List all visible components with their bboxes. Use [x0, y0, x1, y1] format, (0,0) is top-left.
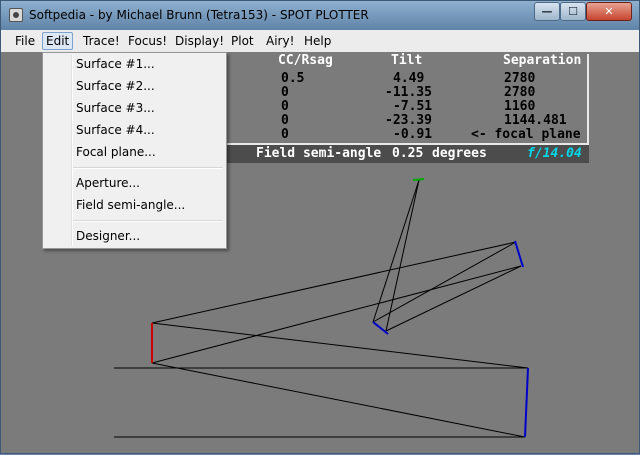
ray-line	[151, 362, 526, 438]
ray-line	[372, 241, 517, 323]
menu-item-surface-1[interactable]: Surface #1...	[76, 57, 155, 71]
menu-item-field-semi-angle[interactable]: Field semi-angle...	[76, 198, 185, 212]
focal-plane[interactable]	[412, 178, 425, 181]
menu-item-aperture[interactable]: Aperture...	[76, 176, 140, 190]
app-window: Softpedia - by Michael Brunn (Tetra153) …	[0, 0, 640, 454]
surface-1-mirror[interactable]	[524, 367, 529, 438]
ray-line	[372, 179, 420, 323]
menu-item-surface-3[interactable]: Surface #3...	[76, 101, 155, 115]
edit-menu-dropdown: Surface #1... Surface #2... Surface #3..…	[42, 52, 227, 249]
ray-line	[151, 322, 529, 369]
menu-separator	[73, 167, 223, 169]
surface-3-mirror[interactable]	[514, 240, 524, 268]
menu-item-surface-4[interactable]: Surface #4...	[76, 123, 155, 137]
ray-line	[151, 241, 517, 324]
menu-separator	[73, 220, 223, 222]
menu-item-designer[interactable]: Designer...	[76, 229, 140, 243]
menu-item-surface-2[interactable]: Surface #2...	[76, 79, 155, 93]
ray-line	[385, 265, 522, 332]
surface-4-mirror[interactable]	[372, 321, 389, 335]
ray-line	[151, 265, 522, 364]
ray-line	[385, 179, 420, 332]
menu-item-focal-plane[interactable]: Focal plane...	[76, 145, 156, 159]
menu-gutter	[71, 55, 73, 246]
